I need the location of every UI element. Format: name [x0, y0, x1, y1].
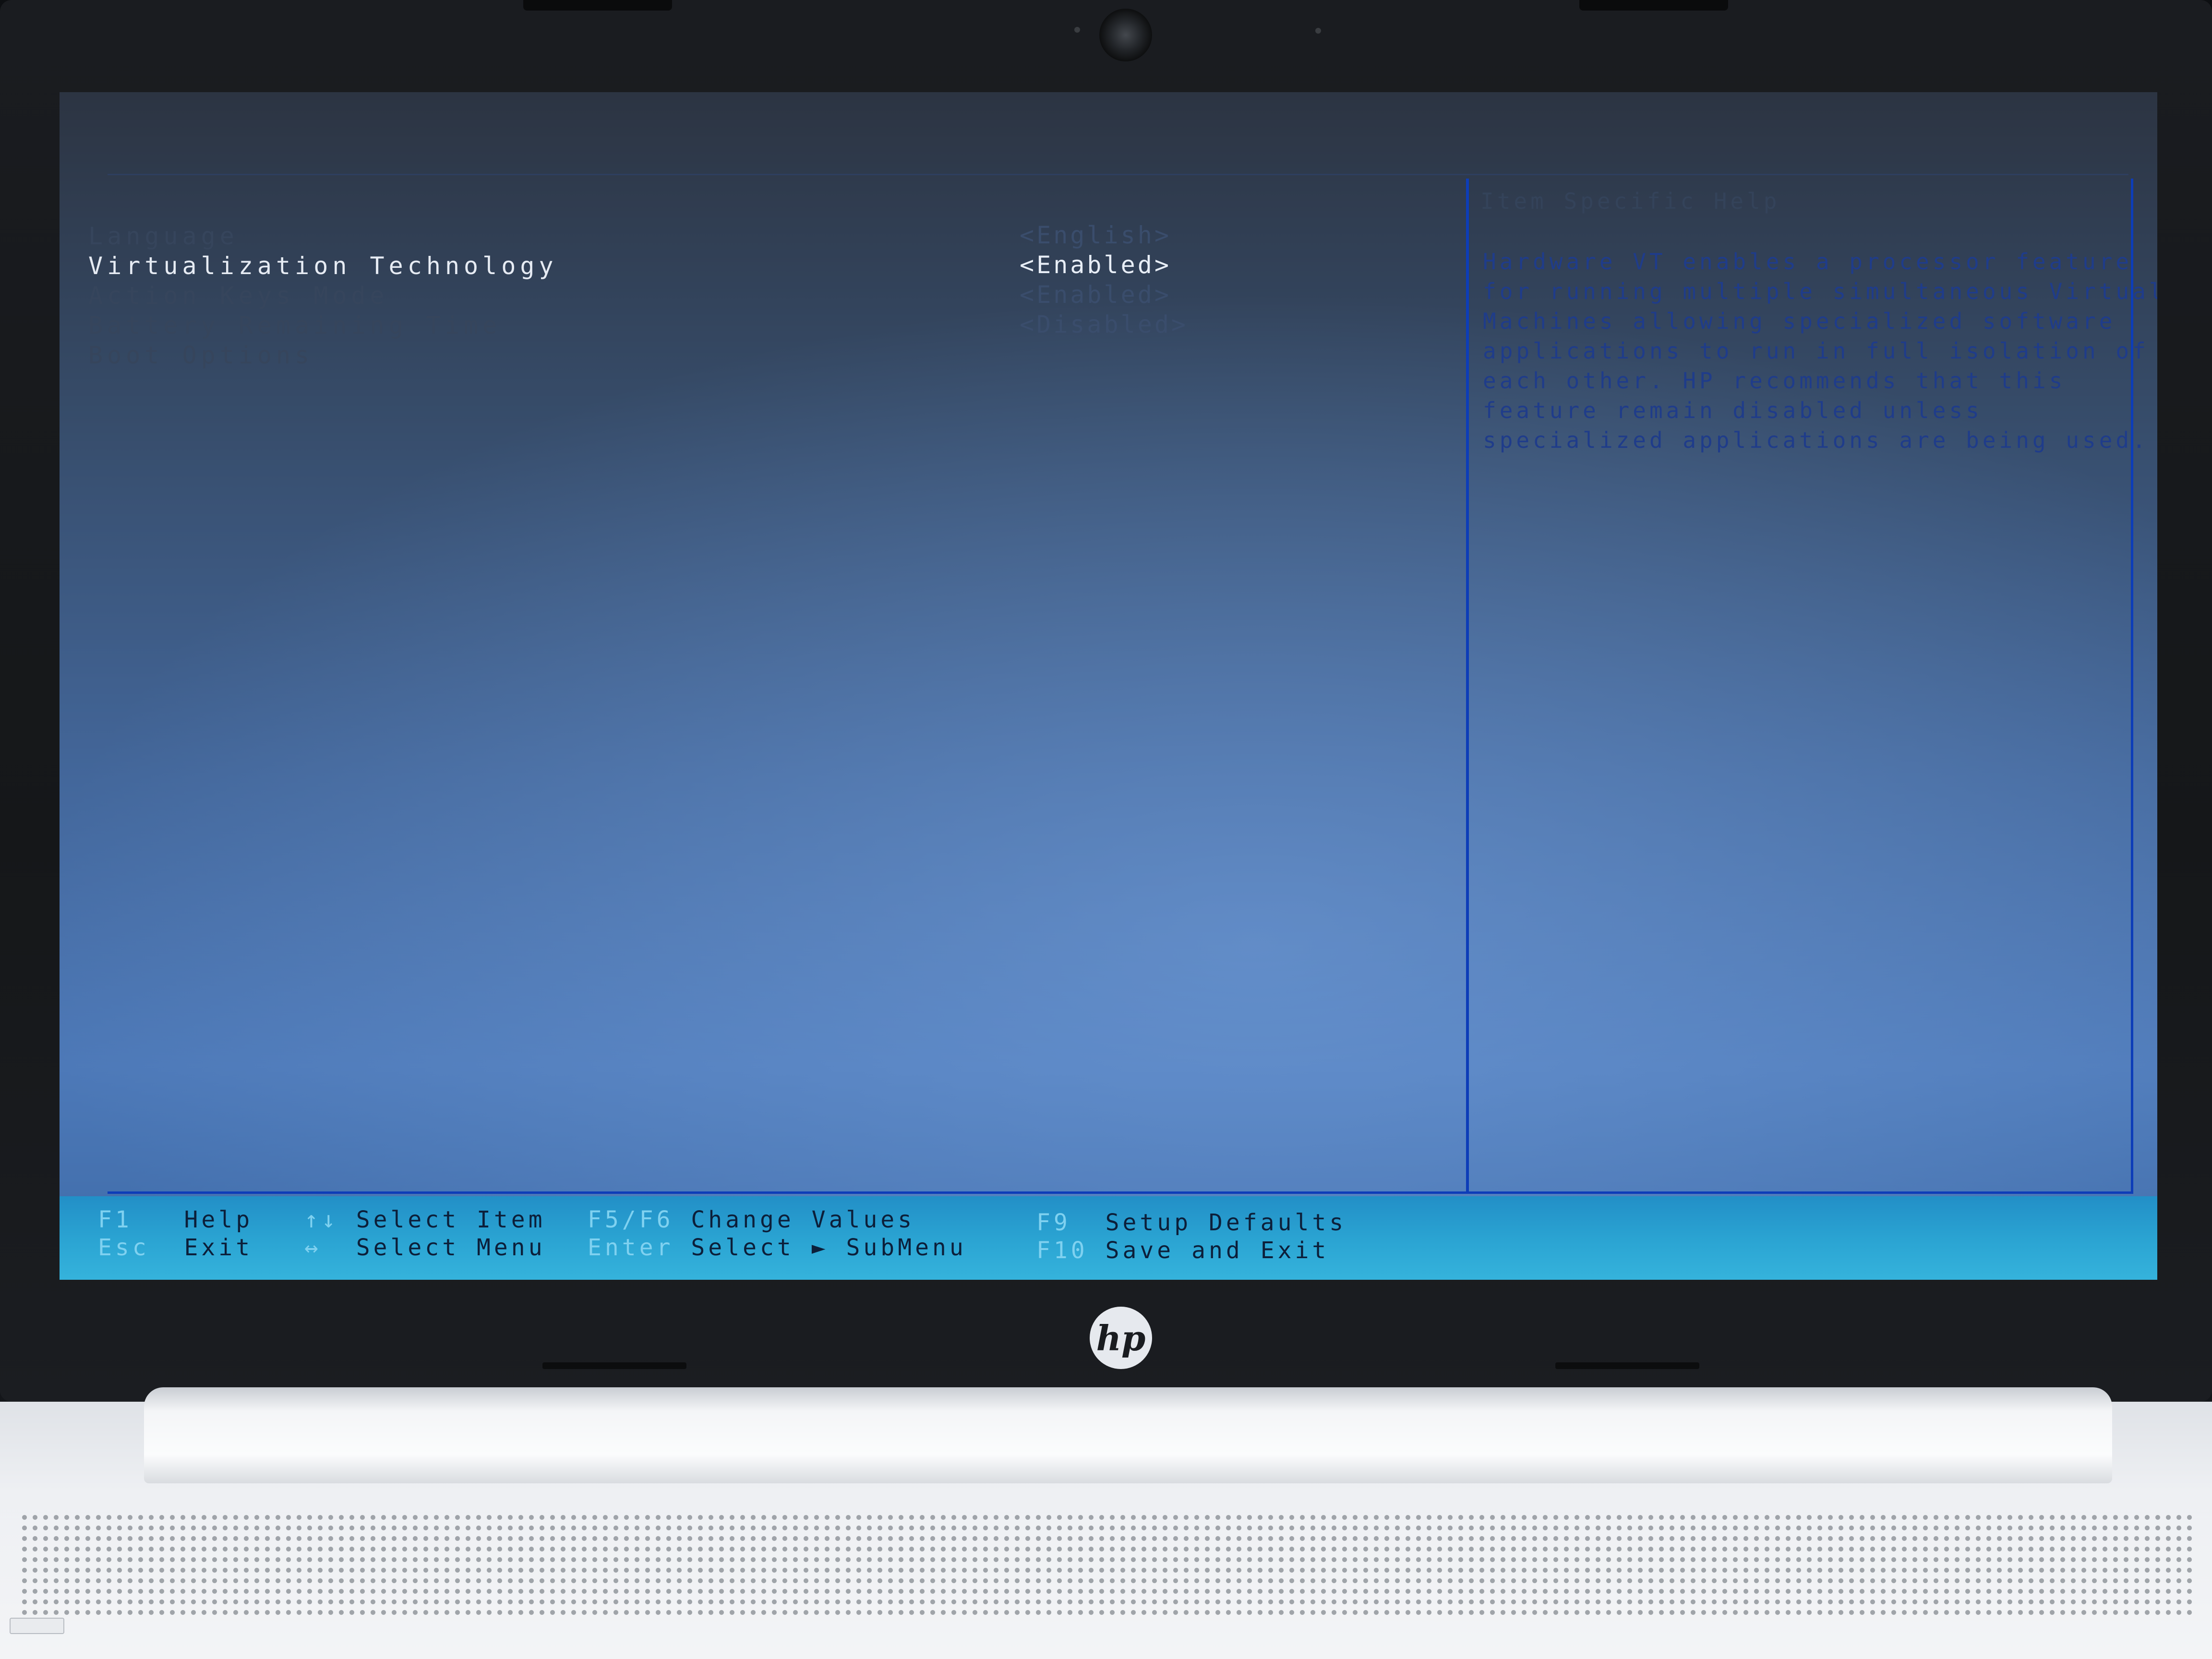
laptop-bezel: hp Language Virtualization Technology Ac… [0, 0, 2212, 1402]
bezel-tab-left [523, 0, 672, 11]
speaker-grille [19, 1512, 2193, 1618]
f1-key: F1 [98, 1206, 132, 1233]
webcam-icon [1099, 9, 1152, 61]
esc-key: Esc [98, 1234, 150, 1261]
help-heading: Item Specific Help [1480, 188, 1780, 214]
key-hint-bar: F1 Help Esc Exit ↑↓ Select Item ↔ Select… [60, 1196, 2157, 1280]
hint-change-values-label: Change Values [691, 1206, 915, 1233]
hint-select-menu-label: Select Menu [356, 1234, 546, 1261]
bezel-foot-right [1555, 1362, 1699, 1369]
hint-setup-defaults-label: Setup Defaults [1105, 1209, 1347, 1236]
bezel-foot-left [542, 1362, 686, 1369]
help-panel-divider [1466, 179, 1469, 1191]
value-language[interactable]: <English> [1020, 221, 1171, 250]
header-rule [108, 174, 2128, 175]
hint-change-values: F5/F6 Change Values [588, 1206, 915, 1234]
hint-save-exit-label: Save and Exit [1105, 1237, 1330, 1264]
camera-led-dot [1315, 28, 1321, 34]
hint-exit: Esc Exit [98, 1234, 253, 1262]
value-virtualization-technology[interactable]: <Enabled> [1020, 251, 1171, 279]
hint-exit-label: Exit [184, 1234, 253, 1261]
value-action-keys-mode[interactable]: <Enabled> [1020, 280, 1171, 309]
hint-select-menu: ↔ Select Menu [304, 1234, 546, 1262]
microphone-dot [1074, 27, 1080, 33]
help-line: for running multiple simultaneous Virtua… [1483, 278, 2157, 304]
help-line: specialized applications are being used. [1483, 427, 2149, 453]
menu-item-boot-options[interactable]: Boot Options [88, 341, 313, 370]
status-led [10, 1618, 64, 1634]
help-line: feature remain disabled unless [1483, 397, 1983, 423]
hint-setup-defaults: F9 Setup Defaults [1036, 1209, 1346, 1237]
hint-enter-submenu: Enter Select ► SubMenu [588, 1234, 967, 1262]
f10-key: F10 [1036, 1237, 1088, 1264]
hint-enter-submenu-label: Select ► SubMenu [691, 1234, 967, 1261]
help-line: Hardware VT enables a processor feature [1483, 249, 2133, 275]
updown-arrows-icon: ↑↓ [304, 1206, 339, 1233]
bios-screen: Language Virtualization Technology Actio… [60, 92, 2157, 1280]
screen-frame-right [2131, 179, 2133, 1194]
screen-frame-bottom [108, 1191, 2133, 1194]
hint-help: F1 Help [98, 1206, 253, 1234]
laptop-hinge [144, 1387, 2112, 1483]
hint-select-item: ↑↓ Select Item [304, 1206, 546, 1234]
value-battery-remaining-time[interactable]: <Disabled> [1020, 310, 1188, 339]
hint-select-item-label: Select Item [356, 1206, 546, 1233]
hp-logo: hp [1090, 1307, 1152, 1369]
menu-item-action-keys-mode[interactable]: Action Keys Mode [88, 281, 389, 310]
menu-item-virtualization-technology[interactable]: Virtualization Technology [88, 252, 558, 280]
hint-save-exit: F10 Save and Exit [1036, 1237, 1329, 1264]
hint-help-label: Help [184, 1206, 253, 1233]
menu-item-battery-remaining-time[interactable]: Battery Remaining Time [88, 311, 501, 340]
f9-key: F9 [1036, 1209, 1071, 1236]
help-line: applications to run in full isolation of [1483, 338, 2149, 364]
bezel-tab-right [1579, 0, 1728, 11]
help-line: each other. HP recommends that this [1483, 368, 2066, 394]
enter-key: Enter [588, 1234, 674, 1261]
leftright-arrows-icon: ↔ [304, 1234, 322, 1261]
menu-item-language[interactable]: Language [88, 222, 239, 251]
f5f6-key: F5/F6 [588, 1206, 674, 1233]
help-line: Machines allowing specialized software [1483, 308, 2116, 334]
